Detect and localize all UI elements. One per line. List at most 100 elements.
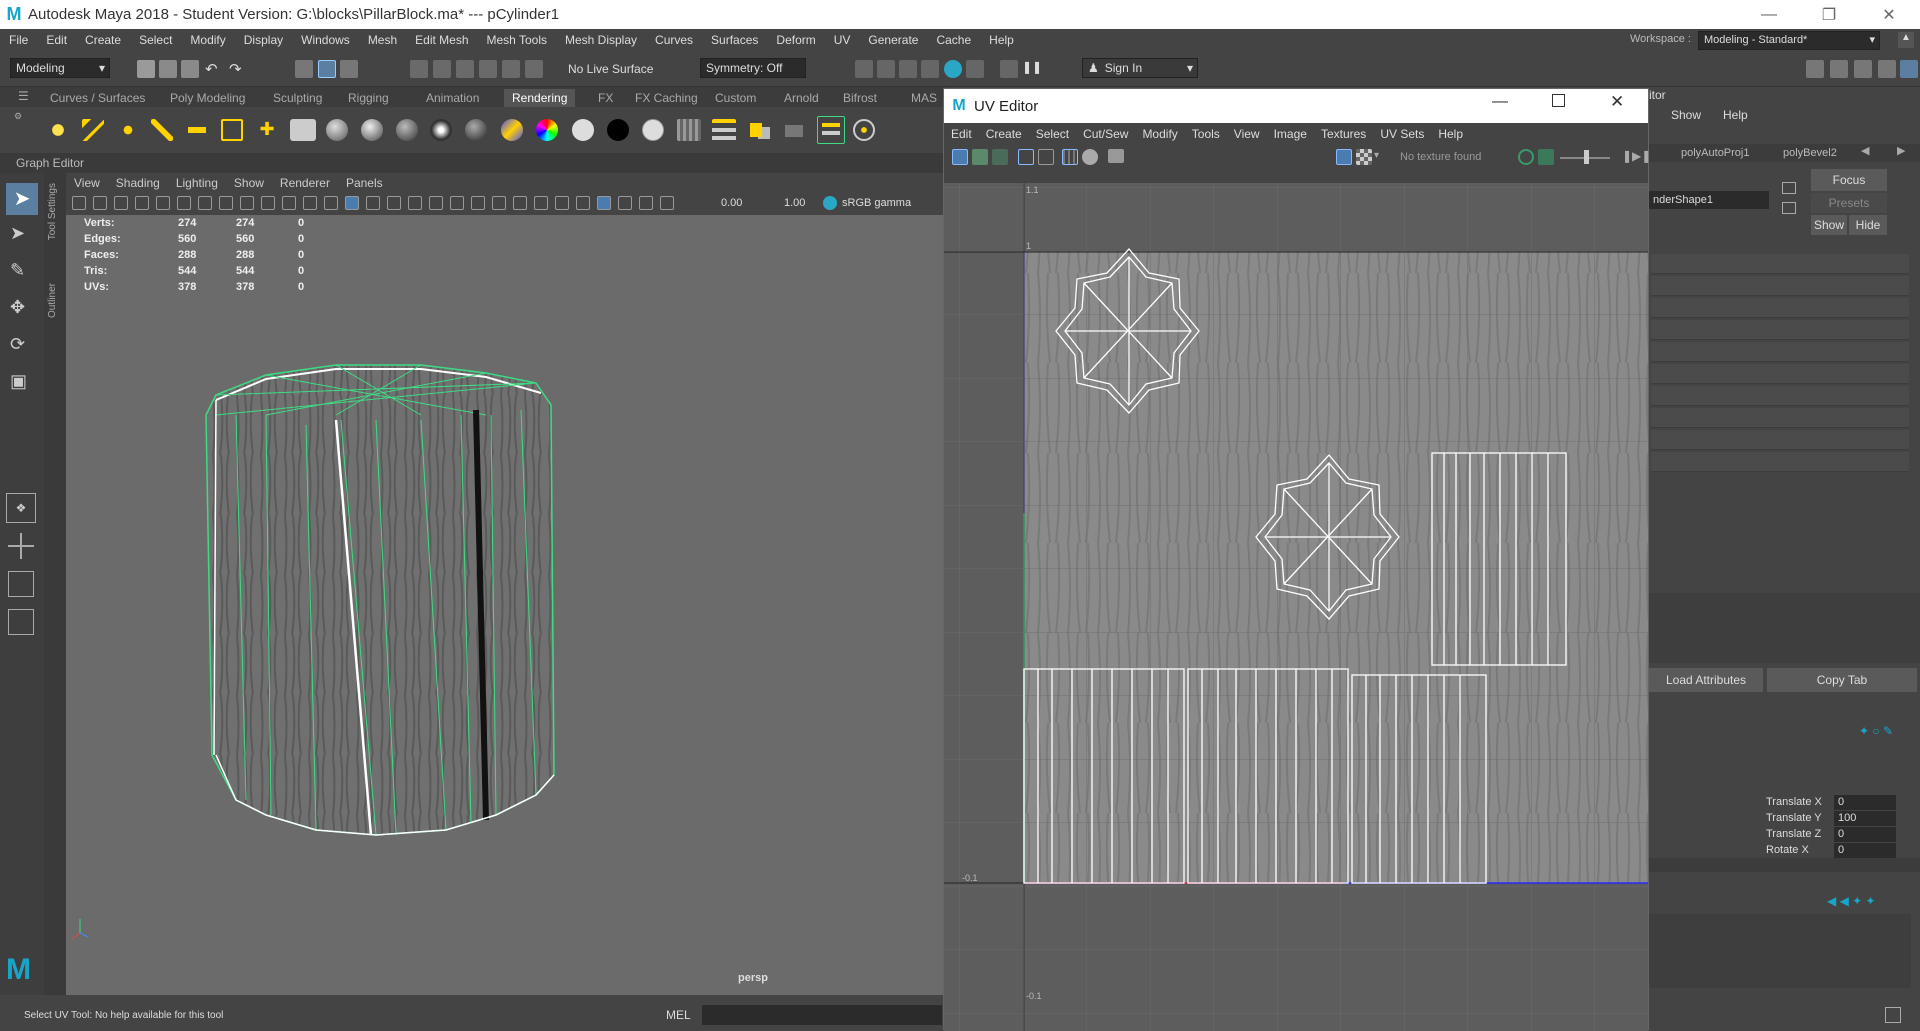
surface-shader-icon[interactable] bbox=[430, 119, 452, 141]
shelf-tab-arnold[interactable]: Arnold bbox=[776, 89, 827, 107]
uv-minimize-icon[interactable]: — bbox=[1492, 93, 1508, 111]
menu-edit[interactable]: Edit bbox=[37, 33, 76, 47]
snap-pivot-icon[interactable] bbox=[525, 60, 543, 78]
menu-modify[interactable]: Modify bbox=[181, 33, 234, 47]
menu-windows[interactable]: Windows bbox=[292, 33, 359, 47]
lambert-sphere-icon[interactable] bbox=[326, 119, 348, 141]
ramp-shader-icon[interactable] bbox=[501, 119, 523, 141]
shelf-tab-fx-caching[interactable]: FX Caching bbox=[627, 89, 706, 107]
shelf-tab-curves-surfaces[interactable]: Curves / Surfaces bbox=[42, 89, 153, 107]
shelf-tab-fx[interactable]: FX bbox=[590, 89, 621, 107]
lasso-tool-icon[interactable]: ➤ bbox=[10, 223, 34, 247]
uv-menu-select[interactable]: Select bbox=[1029, 127, 1076, 141]
render-setup-icon[interactable] bbox=[817, 116, 845, 144]
uv-image-display-icon[interactable] bbox=[1336, 149, 1352, 165]
single-view-layout-icon[interactable]: ❖ bbox=[6, 493, 36, 523]
uv-pixel-snap-icon[interactable] bbox=[1062, 149, 1078, 165]
presets-button[interactable]: Presets bbox=[1811, 193, 1887, 213]
render-settings-icon[interactable] bbox=[899, 60, 917, 78]
uv-shell-icon[interactable] bbox=[972, 149, 988, 165]
uv-menu-cut-sew[interactable]: Cut/Sew bbox=[1076, 127, 1135, 141]
field-chart-icon[interactable] bbox=[261, 196, 275, 210]
channel-box-toggle-icon[interactable] bbox=[1854, 60, 1872, 78]
attribute-section-row[interactable] bbox=[1651, 342, 1909, 362]
xray-joints-icon[interactable] bbox=[534, 196, 548, 210]
shelf-tab-animation[interactable]: Animation bbox=[418, 89, 487, 107]
close-icon[interactable]: ✕ bbox=[1866, 0, 1912, 29]
gamma-icon[interactable] bbox=[660, 196, 674, 210]
area-light-icon[interactable] bbox=[186, 119, 208, 141]
hypershade-icon[interactable] bbox=[921, 60, 939, 78]
uv-menu-uv-sets[interactable]: UV Sets bbox=[1373, 127, 1431, 141]
uv-grid-icon[interactable] bbox=[1038, 149, 1054, 165]
menu-select[interactable]: Select bbox=[130, 33, 181, 47]
gray-sphere-icon[interactable] bbox=[642, 119, 664, 141]
script-editor-icon[interactable] bbox=[1885, 1007, 1901, 1023]
channel-box-icons[interactable]: ✦ ○ ✎ bbox=[1859, 724, 1893, 738]
grease-pencil-icon[interactable] bbox=[156, 196, 170, 210]
use-all-lights-icon[interactable] bbox=[366, 196, 380, 210]
viewport-menu-renderer[interactable]: Renderer bbox=[272, 176, 338, 190]
graph-editor-header[interactable]: Graph Editor bbox=[0, 153, 945, 173]
shelf-gear-icon[interactable]: ⚙ bbox=[14, 111, 30, 147]
render-view-icon[interactable] bbox=[944, 60, 962, 78]
command-line-input[interactable] bbox=[702, 1005, 942, 1025]
menu-deform[interactable]: Deform bbox=[767, 33, 824, 47]
menu-create[interactable]: Create bbox=[76, 33, 130, 47]
film-gate-icon[interactable] bbox=[198, 196, 212, 210]
xray-icon[interactable] bbox=[513, 196, 527, 210]
attr-menu-help[interactable]: Help bbox=[1723, 108, 1748, 122]
checker-texture-icon[interactable] bbox=[536, 119, 558, 141]
ambient-light-icon[interactable] bbox=[47, 119, 69, 141]
four-view-layout-icon[interactable] bbox=[8, 533, 34, 559]
layer-editor-icons[interactable]: ◀ ◀ ✦ ✦ bbox=[1827, 894, 1876, 908]
open-scene-icon[interactable] bbox=[159, 60, 177, 78]
menu-generate[interactable]: Generate bbox=[859, 33, 927, 47]
minimize-icon[interactable]: — bbox=[1746, 0, 1792, 29]
redo-icon[interactable]: ↷ bbox=[229, 60, 247, 78]
node-up-icon[interactable] bbox=[1782, 182, 1796, 194]
depth-of-field-icon[interactable] bbox=[471, 196, 485, 210]
shelf-tab-sculpting[interactable]: Sculpting bbox=[265, 89, 330, 107]
lock-icon[interactable]: ▲ bbox=[1898, 32, 1914, 48]
uv-snapshot-icon[interactable] bbox=[1108, 149, 1124, 163]
safe-action-icon[interactable] bbox=[282, 196, 296, 210]
volume-light-icon[interactable] bbox=[221, 119, 243, 141]
uv-menu-image[interactable]: Image bbox=[1267, 127, 1314, 141]
uv-menu-help[interactable]: Help bbox=[1431, 127, 1470, 141]
node-name-field[interactable]: nderShape1 bbox=[1649, 191, 1769, 209]
workspace-select[interactable]: Modeling - Standard* ▾ bbox=[1698, 31, 1880, 50]
show-button[interactable]: Show bbox=[1811, 215, 1847, 235]
tab-scroll-right-icon[interactable]: ▶ bbox=[1897, 144, 1905, 157]
command-language-label[interactable]: MEL bbox=[666, 1008, 691, 1022]
exposure-icon[interactable] bbox=[639, 196, 653, 210]
save-scene-icon[interactable] bbox=[181, 60, 199, 78]
uv-gamma-icon[interactable] bbox=[1538, 149, 1554, 165]
menu-surfaces[interactable]: Surfaces bbox=[702, 33, 767, 47]
uv-toolbar-expand-icon[interactable]: ❚▶❚ bbox=[1622, 149, 1651, 163]
ipr-render-icon[interactable] bbox=[877, 60, 895, 78]
textured-icon[interactable] bbox=[576, 196, 590, 210]
uv-toggle-grid-icon[interactable] bbox=[952, 149, 968, 165]
uv-maximize-icon[interactable] bbox=[1552, 94, 1565, 107]
menu-help[interactable]: Help bbox=[980, 33, 1023, 47]
color-management-icon[interactable] bbox=[823, 196, 837, 210]
node-down-icon[interactable] bbox=[1782, 202, 1796, 214]
pause-icon[interactable]: ❚❚ bbox=[1022, 60, 1042, 78]
uv-menu-create[interactable]: Create bbox=[979, 127, 1029, 141]
undo-icon[interactable]: ↶ bbox=[205, 60, 223, 78]
isolate-select-icon[interactable] bbox=[492, 196, 506, 210]
sign-in-button[interactable]: ♟ Sign In ▾ bbox=[1082, 58, 1198, 78]
ambient-occlusion-icon[interactable] bbox=[408, 196, 422, 210]
shelf-tab-mas[interactable]: MAS bbox=[903, 89, 945, 107]
symmetry-select[interactable]: Symmetry: Off bbox=[700, 58, 806, 78]
layer-list[interactable] bbox=[1649, 914, 1911, 988]
snap-view-icon[interactable] bbox=[479, 60, 497, 78]
pillar-mesh[interactable] bbox=[205, 364, 555, 836]
viewport-menu-shading[interactable]: Shading bbox=[108, 176, 168, 190]
backface-culling-icon[interactable] bbox=[618, 196, 632, 210]
outliner-toggle-icon[interactable] bbox=[1900, 60, 1918, 78]
load-attributes-button[interactable]: Load Attributes bbox=[1649, 668, 1763, 692]
gate-mask-icon[interactable] bbox=[240, 196, 254, 210]
directional-light-icon[interactable] bbox=[82, 119, 104, 141]
